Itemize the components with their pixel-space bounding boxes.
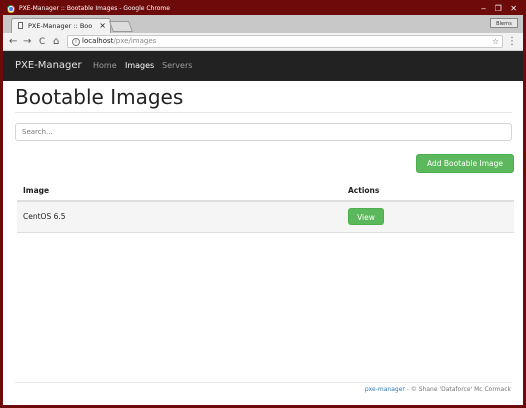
tab-title: PXE-Manager :: Boo (28, 22, 93, 30)
view-button[interactable]: View (348, 208, 384, 226)
footer-text: - © Shane 'Dataforce' Mc Cormack (404, 386, 511, 393)
table-header-row: Image Actions (17, 180, 514, 201)
title-divider (15, 112, 512, 113)
browser-window: PXE-Manager :: Bootable Images - Google … (0, 0, 526, 408)
search-input[interactable] (15, 123, 512, 141)
url-text[interactable]: localhost/pxe/images (82, 36, 156, 47)
footer: pxe-manager - © Shane 'Dataforce' Mc Cor… (365, 386, 511, 393)
back-arrow-icon[interactable]: ← (9, 35, 17, 49)
table-row: CentOS 6.5 View (17, 201, 514, 232)
browser-toolbar: ← → C ⌂ i localhost/pxe/images ☆ ⋮ (3, 33, 523, 51)
url-host: localhost (82, 37, 114, 45)
column-header-image: Image (23, 185, 50, 195)
chrome-logo-icon (7, 5, 15, 13)
window-title: PXE-Manager :: Bootable Images - Google … (19, 5, 170, 12)
tab-strip: PXE-Manager :: Boo × Blerns (3, 15, 523, 33)
bookmark-star-icon[interactable]: ☆ (492, 36, 499, 47)
forward-arrow-icon[interactable]: → (23, 35, 31, 49)
browser-tab[interactable]: PXE-Manager :: Boo × (11, 18, 111, 33)
new-tab-button[interactable] (108, 21, 134, 32)
nav-link-servers[interactable]: Servers (162, 51, 192, 81)
tab-close-icon[interactable]: × (99, 19, 106, 33)
nav-link-home[interactable]: Home (93, 51, 117, 81)
reload-icon[interactable]: C (39, 35, 45, 49)
address-bar[interactable]: i localhost/pxe/images ☆ (67, 35, 503, 48)
images-table: Image Actions CentOS 6.5 View (17, 180, 514, 233)
url-path: /pxe/images (113, 37, 157, 45)
home-icon[interactable]: ⌂ (53, 35, 59, 49)
nav-link-images[interactable]: Images (125, 51, 154, 81)
image-name-cell: CentOS 6.5 (23, 212, 66, 222)
page-title: Bootable Images (15, 85, 184, 109)
app-navbar: PXE-Manager Home Images Servers (3, 51, 523, 81)
column-header-actions: Actions (348, 185, 380, 195)
actions-cell: View (342, 201, 514, 232)
add-bootable-image-button[interactable]: Add Bootable Image (416, 154, 514, 173)
footer-link[interactable]: pxe-manager (365, 386, 405, 393)
window-controls[interactable]: ‒ ❐ ✕ (481, 3, 520, 15)
menu-icon[interactable]: ⋮ (507, 35, 517, 49)
brand-link[interactable]: PXE-Manager (15, 51, 82, 81)
profile-button[interactable]: Blerns (490, 18, 518, 28)
window-titlebar: PXE-Manager :: Bootable Images - Google … (3, 3, 523, 15)
page-icon (18, 22, 23, 29)
footer-divider (15, 382, 512, 383)
info-icon[interactable]: i (72, 38, 80, 46)
